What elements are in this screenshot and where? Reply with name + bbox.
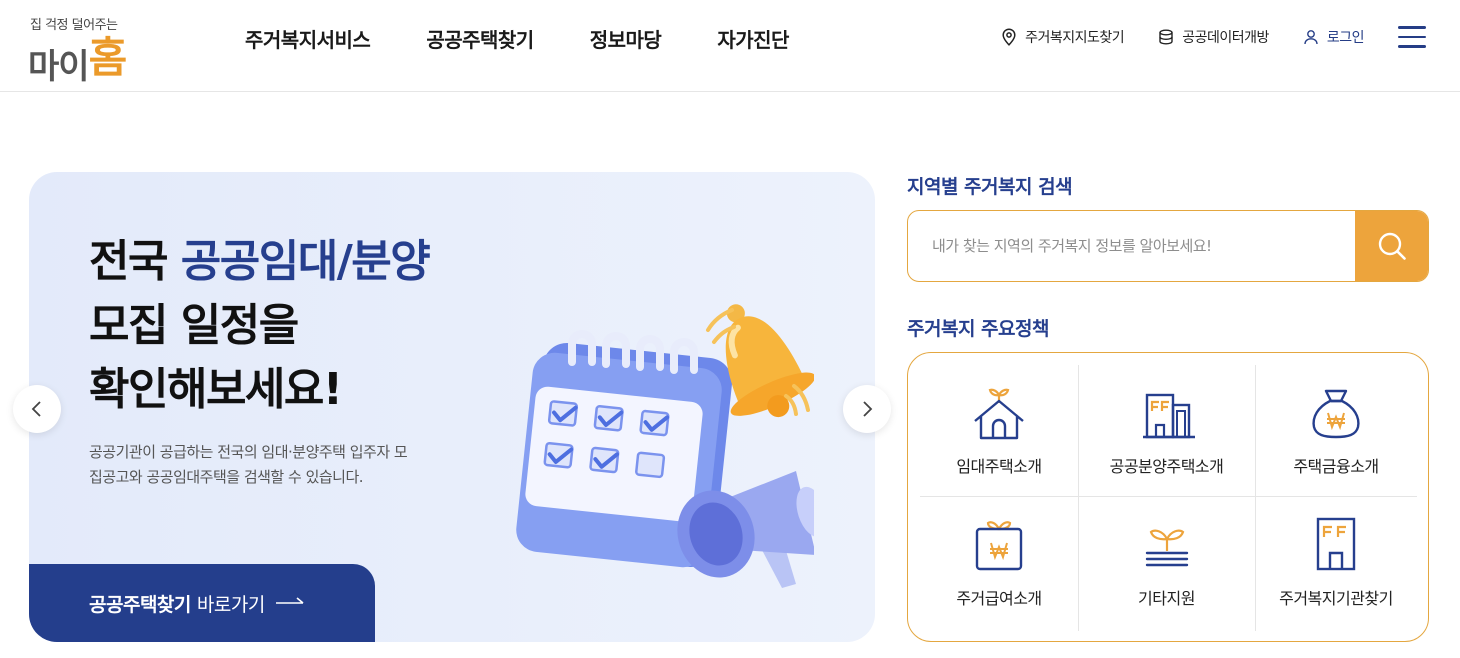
map-pin-icon xyxy=(1002,28,1016,46)
carousel-prev-button[interactable] xyxy=(13,385,61,433)
nav-self-diagnosis[interactable]: 자가진단 xyxy=(717,24,789,53)
nav-public-housing-search[interactable]: 공공주택찾기 xyxy=(426,24,534,53)
arrow-right-icon xyxy=(275,597,304,604)
policy-item-label: 주거급여소개 xyxy=(956,589,1042,608)
policy-item-label: 기타지원 xyxy=(1138,589,1195,608)
util-welfare-map-link[interactable]: 주거복지지도찾기 xyxy=(1001,27,1125,47)
policy-item-public-sale-housing[interactable]: 공공분양주택소개 xyxy=(1078,365,1255,498)
site-header: 집 걱정 덜어주는 마이홈 주거복지서비스 공공주택찾기 정보마당 자가진단 주… xyxy=(0,0,1460,92)
regional-search-title: 지역별 주거복지 검색 xyxy=(907,176,1073,198)
building-icon xyxy=(1142,393,1195,439)
gift-won-icon xyxy=(975,521,1023,571)
nav-information[interactable]: 정보마당 xyxy=(590,24,662,53)
policy-item-label: 주택금융소개 xyxy=(1293,457,1379,476)
hero-title-line2: 모집 일정을 xyxy=(89,300,299,351)
util-login-label: 로그인 xyxy=(1326,30,1365,46)
tower-building-icon xyxy=(1316,517,1356,571)
logo-main-text: 마이 xyxy=(28,47,90,87)
public-housing-shortcut-button[interactable]: 공공주택찾기 바로가기 xyxy=(29,564,375,642)
hero-title-line3: 확인해보세요! xyxy=(89,364,343,415)
policy-item-housing-benefit[interactable]: 주거급여소개 xyxy=(920,497,1078,630)
sprout-support-icon xyxy=(1145,529,1188,567)
chevron-left-icon xyxy=(31,401,41,417)
policy-item-rental-housing[interactable]: 임대주택소개 xyxy=(920,365,1078,498)
house-sprout-icon xyxy=(974,388,1024,440)
hero-description: 공공기관이 공급하는 전국의 임대·분양주택 입주자 모집공고와 공공임대주택을… xyxy=(89,443,408,486)
site-logo[interactable]: 집 걱정 덜어주는 마이홈 xyxy=(28,14,168,87)
hero-title-accent: 공공임대/분양 xyxy=(180,236,431,287)
policy-item-other-support[interactable]: 기타지원 xyxy=(1078,497,1255,630)
hero-button-bold: 공공주택찾기 xyxy=(89,593,191,616)
carousel-next-button[interactable] xyxy=(843,385,891,433)
util-login-link[interactable]: 로그인 xyxy=(1303,27,1365,47)
policy-item-welfare-agency-search[interactable]: 주거복지기관찾기 xyxy=(1255,497,1417,630)
policy-item-label: 주거복지기관찾기 xyxy=(1279,589,1393,608)
util-welfare-map-label: 주거복지지도찾기 xyxy=(1025,30,1125,46)
main-navigation: 주거복지서비스 공공주택찾기 정보마당 자가진단 xyxy=(245,24,845,53)
search-button[interactable] xyxy=(1355,211,1428,281)
utility-menu: 주거복지지도찾기 공공데이터개방 로그인 xyxy=(967,27,1365,47)
chevron-right-icon xyxy=(863,401,873,417)
logo-home-text: 홈 xyxy=(88,33,128,82)
database-icon xyxy=(1159,29,1173,45)
policy-item-label: 공공분양주택소개 xyxy=(1109,457,1224,476)
policy-item-label: 임대주택소개 xyxy=(956,457,1042,476)
main-policy-title: 주거복지 주요정책 xyxy=(907,318,1049,340)
regional-search-input[interactable] xyxy=(908,211,1356,281)
logo-wordmark: 마이홈 xyxy=(28,30,128,91)
hamburger-menu-icon[interactable] xyxy=(1398,26,1426,48)
main-policy-grid: 임대주택소개 공공분양주택소개 주택금융소개 주거급여소개 기타지원 주거복지기… xyxy=(907,352,1429,642)
hero-banner: 전국 공공임대/분양 모집 일정을 확인해보세요! 공공기관이 공급하는 전국의… xyxy=(29,172,875,642)
util-open-data-label: 공공데이터개방 xyxy=(1182,30,1269,46)
hero-button-rest: 바로가기 xyxy=(196,593,265,616)
money-bag-icon xyxy=(1312,389,1360,439)
user-icon xyxy=(1304,30,1318,45)
nav-housing-welfare-service[interactable]: 주거복지서비스 xyxy=(245,24,371,53)
calendar-bell-megaphone-illustration xyxy=(516,304,814,588)
util-open-data-link[interactable]: 공공데이터개방 xyxy=(1158,27,1269,47)
policy-item-housing-finance[interactable]: 주택금융소개 xyxy=(1255,365,1417,498)
hero-title-plain: 전국 xyxy=(89,236,181,287)
search-icon xyxy=(1378,232,1406,260)
hero-title: 전국 공공임대/분양 모집 일정을 확인해보세요! xyxy=(89,230,431,422)
regional-search-box xyxy=(907,210,1429,282)
